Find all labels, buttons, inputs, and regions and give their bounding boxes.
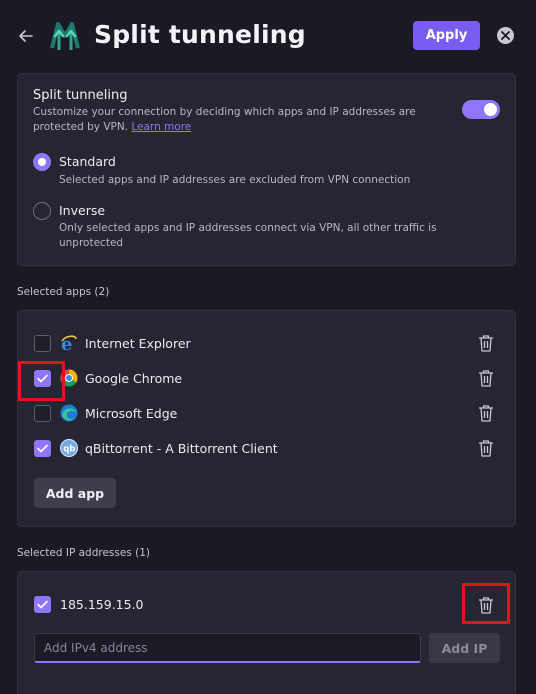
google-chrome-name: Google Chrome (85, 371, 183, 386)
trash-icon[interactable] (478, 439, 494, 457)
selected-ip-card: 185.159.15.0 Add IP (17, 571, 516, 694)
split-tunneling-description: Customize your connection by deciding wh… (33, 105, 423, 135)
ipv4-address-input[interactable] (34, 633, 421, 663)
add-app-button[interactable]: Add app (34, 478, 116, 508)
selected-apps-card: e Internet Explorer Google Chrome Micros… (17, 310, 516, 527)
internet-explorer-icon: e (60, 334, 78, 355)
trash-icon[interactable] (478, 369, 494, 387)
split-tunneling-toggle[interactable] (462, 100, 500, 119)
selected-apps-label: Selected apps (2) (17, 286, 110, 298)
highlight-box-ip-delete (462, 583, 510, 624)
split-tunneling-card: Split tunneling Customize your connectio… (17, 73, 516, 266)
back-arrow-icon[interactable] (16, 26, 36, 46)
standard-label: Standard (59, 154, 116, 169)
toggle-knob (484, 103, 497, 116)
microsoft-edge-name: Microsoft Edge (85, 406, 178, 421)
qbittorrent-checkbox[interactable] (34, 440, 51, 457)
internet-explorer-name: Internet Explorer (85, 336, 191, 351)
internet-explorer-checkbox[interactable] (34, 335, 51, 352)
page-title: Split tunneling (94, 20, 306, 49)
close-icon[interactable] (497, 27, 514, 44)
split-tunneling-page: Split tunneling Apply Split tunneling Cu… (0, 0, 536, 694)
standard-description: Selected apps and IP addresses are exclu… (59, 174, 411, 186)
trash-icon[interactable] (478, 334, 494, 352)
inverse-description: Only selected apps and IP addresses conn… (59, 222, 437, 249)
microsoft-edge-icon (60, 404, 78, 422)
inverse-radio[interactable] (33, 202, 51, 220)
trash-icon[interactable] (478, 404, 494, 422)
inverse-label: Inverse (59, 203, 106, 218)
description-text: Customize your connection by deciding wh… (33, 106, 416, 133)
ip-address: 185.159.15.0 (60, 597, 144, 612)
selected-ip-label: Selected IP addresses (1) (17, 547, 151, 559)
apply-button[interactable]: Apply (413, 21, 480, 50)
microsoft-edge-checkbox[interactable] (34, 405, 51, 422)
split-tunneling-title: Split tunneling (33, 88, 128, 103)
learn-more-link[interactable]: Learn more (131, 121, 191, 133)
add-ip-button[interactable]: Add IP (429, 633, 500, 663)
highlight-box-chrome-checkbox (18, 361, 65, 401)
vpn-logo-icon (48, 18, 82, 52)
ip-checkbox[interactable] (34, 596, 51, 613)
qbittorrent-icon: qb (60, 439, 78, 457)
qbittorrent-name: qBittorrent - A Bittorrent Client (85, 441, 278, 456)
qbittorrent-icon-text: qb (63, 445, 75, 455)
standard-radio[interactable] (33, 153, 51, 171)
